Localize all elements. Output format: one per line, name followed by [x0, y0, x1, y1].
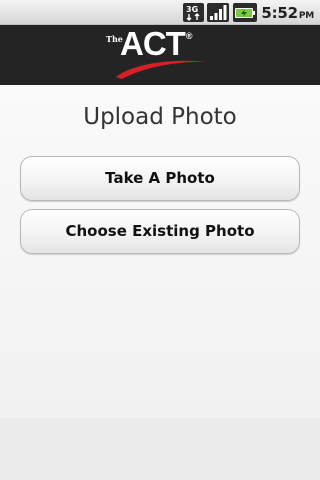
battery-charging-icon: [233, 3, 257, 22]
clock-time: 5:52: [261, 4, 298, 22]
status-bar: 3G 5:52PM: [0, 0, 320, 25]
take-photo-button[interactable]: Take A Photo: [20, 156, 300, 201]
network-type-label: 3G: [186, 5, 198, 14]
signal-strength-icon: [207, 3, 229, 22]
clock: 5:52PM: [261, 4, 314, 22]
logo-swoosh-icon: [116, 60, 206, 79]
clock-ampm: PM: [298, 11, 314, 21]
page-title: Upload Photo: [83, 104, 237, 130]
3g-data-icon: 3G: [183, 3, 204, 22]
app-header: The ACT®: [0, 25, 320, 85]
logo-trademark: ®: [185, 31, 193, 41]
bottom-area: [0, 418, 320, 480]
choose-existing-photo-button[interactable]: Choose Existing Photo: [20, 209, 300, 254]
act-logo: The ACT®: [104, 25, 216, 82]
